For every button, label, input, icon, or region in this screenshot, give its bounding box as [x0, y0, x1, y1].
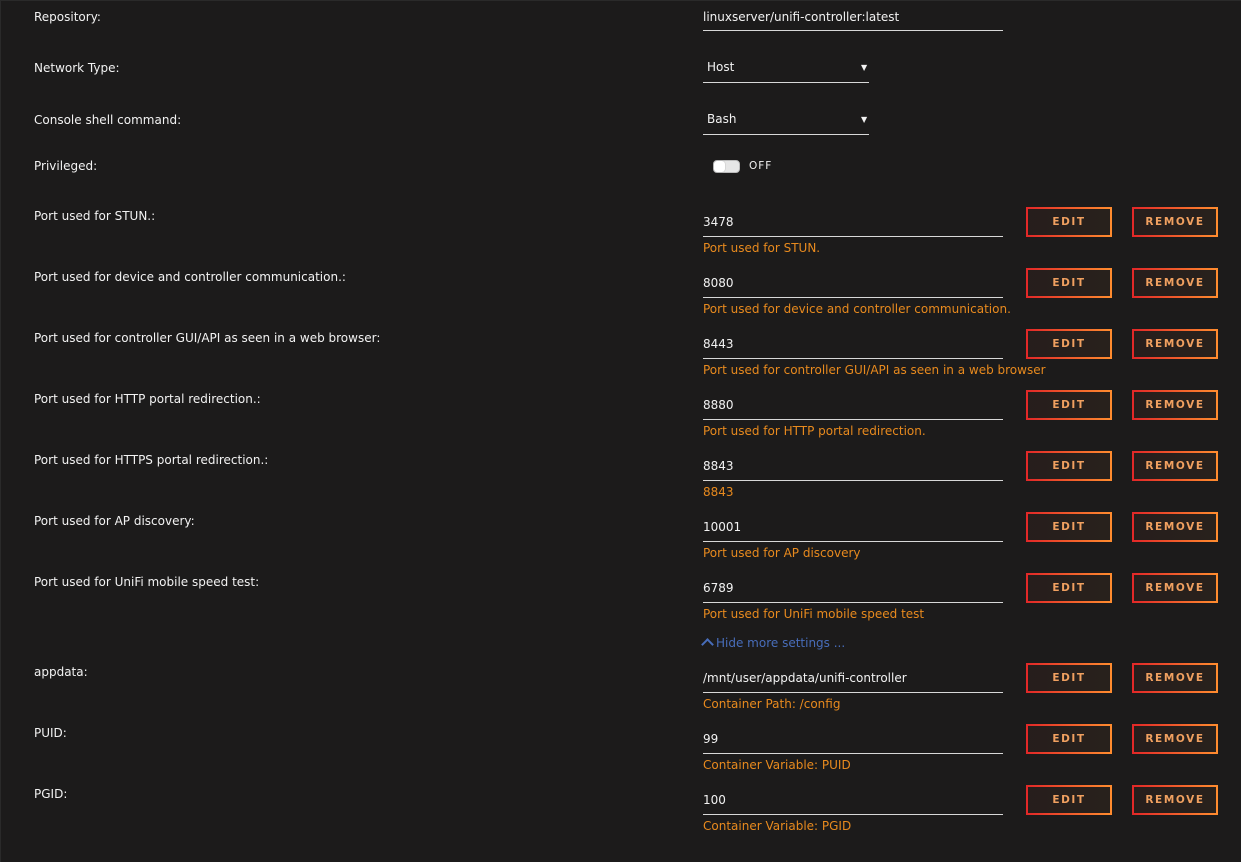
port-input[interactable]: 10001	[703, 520, 1003, 534]
console-shell-label: Console shell command:	[34, 113, 182, 127]
path-label: appdata:	[34, 665, 88, 679]
port-underline	[703, 541, 1003, 542]
path-input[interactable]: /mnt/user/appdata/unifi-controller	[703, 671, 1003, 685]
edit-button[interactable]: EDIT	[1026, 451, 1112, 481]
edit-button[interactable]: EDIT	[1026, 207, 1112, 237]
path-underline	[703, 692, 1003, 693]
port-hint: Port used for HTTP portal redirection.	[703, 424, 926, 438]
hide-more-settings-link[interactable]: Hide more settings ...	[701, 636, 846, 651]
repository-underline	[703, 30, 1003, 31]
port-hint: 8843	[703, 485, 734, 499]
console-shell-value: Bash	[707, 112, 737, 126]
privileged-state: OFF	[749, 160, 773, 172]
variable-hint: Container Variable: PGID	[703, 819, 852, 833]
network-type-underline	[703, 82, 869, 83]
remove-button[interactable]: REMOVE	[1132, 268, 1218, 298]
remove-button[interactable]: REMOVE	[1132, 451, 1218, 481]
remove-button[interactable]: REMOVE	[1132, 785, 1218, 815]
port-label: Port used for device and controller comm…	[34, 270, 346, 284]
remove-button[interactable]: REMOVE	[1132, 329, 1218, 359]
variable-label: PGID:	[34, 787, 68, 801]
remove-button[interactable]: REMOVE	[1132, 207, 1218, 237]
port-input[interactable]: 8843	[703, 459, 1003, 473]
variable-input[interactable]: 99	[703, 732, 1003, 746]
variable-hint: Container Variable: PUID	[703, 758, 851, 772]
docker-template-form: Repository: linuxserver/unifi-controller…	[0, 0, 1241, 862]
path-hint: Container Path: /config	[703, 697, 841, 711]
remove-button[interactable]: REMOVE	[1132, 573, 1218, 603]
edit-button[interactable]: EDIT	[1026, 573, 1112, 603]
port-input[interactable]: 8080	[703, 276, 1003, 290]
network-type-label: Network Type:	[34, 61, 120, 75]
port-label: Port used for STUN.:	[34, 209, 156, 223]
remove-button[interactable]: REMOVE	[1132, 724, 1218, 754]
port-underline	[703, 602, 1003, 603]
variable-underline	[703, 814, 1003, 815]
edit-button[interactable]: EDIT	[1026, 785, 1112, 815]
port-input[interactable]: 8880	[703, 398, 1003, 412]
remove-button[interactable]: REMOVE	[1132, 663, 1218, 693]
port-hint: Port used for controller GUI/API as seen…	[703, 363, 1046, 377]
port-underline	[703, 419, 1003, 420]
remove-button[interactable]: REMOVE	[1132, 390, 1218, 420]
edit-button[interactable]: EDIT	[1026, 268, 1112, 298]
port-underline	[703, 358, 1003, 359]
console-shell-underline	[703, 134, 869, 135]
port-label: Port used for HTTP portal redirection.:	[34, 392, 261, 406]
port-input[interactable]: 3478	[703, 215, 1003, 229]
hide-more-settings-label: Hide more settings ...	[716, 636, 846, 650]
variable-label: PUID:	[34, 726, 67, 740]
variable-underline	[703, 753, 1003, 754]
port-underline	[703, 480, 1003, 481]
chevron-down-icon: ▼	[861, 115, 868, 124]
edit-button[interactable]: EDIT	[1026, 663, 1112, 693]
privileged-toggle[interactable]	[713, 160, 740, 173]
port-hint: Port used for UniFi mobile speed test	[703, 607, 925, 621]
port-hint: Port used for AP discovery	[703, 546, 861, 560]
edit-button[interactable]: EDIT	[1026, 724, 1112, 754]
network-type-value: Host	[707, 60, 735, 74]
port-label: Port used for HTTPS portal redirection.:	[34, 453, 269, 467]
port-underline	[703, 236, 1003, 237]
port-input[interactable]: 6789	[703, 581, 1003, 595]
port-label: Port used for AP discovery:	[34, 514, 195, 528]
edit-button[interactable]: EDIT	[1026, 512, 1112, 542]
port-hint: Port used for STUN.	[703, 241, 821, 255]
chevron-up-icon	[701, 638, 714, 651]
remove-button[interactable]: REMOVE	[1132, 512, 1218, 542]
privileged-label: Privileged:	[34, 159, 98, 173]
edit-button[interactable]: EDIT	[1026, 390, 1112, 420]
chevron-down-icon: ▼	[861, 63, 868, 72]
port-label: Port used for controller GUI/API as seen…	[34, 331, 381, 345]
port-label: Port used for UniFi mobile speed test:	[34, 575, 260, 589]
variable-input[interactable]: 100	[703, 793, 1003, 807]
port-hint: Port used for device and controller comm…	[703, 302, 1011, 316]
repository-input[interactable]: linuxserver/unifi-controller:latest	[703, 10, 1003, 24]
port-input[interactable]: 8443	[703, 337, 1003, 351]
repository-label: Repository:	[34, 10, 101, 24]
port-underline	[703, 297, 1003, 298]
edit-button[interactable]: EDIT	[1026, 329, 1112, 359]
toggle-knob	[714, 161, 725, 172]
